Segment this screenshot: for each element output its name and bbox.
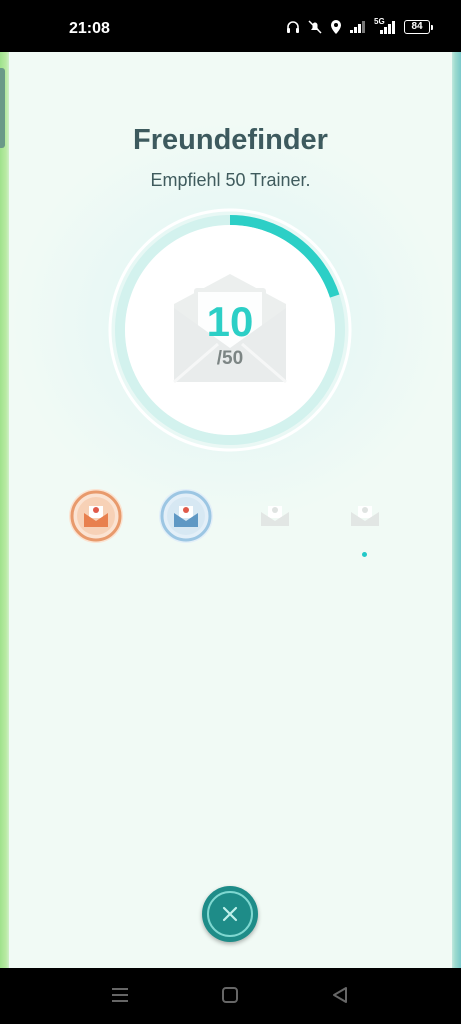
mute-icon — [308, 20, 322, 34]
location-icon — [331, 20, 341, 34]
medal-silver[interactable] — [158, 488, 214, 544]
status-time: 21:08 — [69, 20, 110, 37]
medal-platinum[interactable] — [337, 488, 393, 544]
home-icon — [222, 987, 238, 1003]
back-button[interactable] — [331, 986, 349, 1009]
navigation-bar — [0, 968, 461, 1024]
close-icon — [222, 906, 238, 922]
signal-5g-icon: 5G — [374, 17, 396, 34]
close-button[interactable] — [202, 886, 258, 942]
battery-level: 84 — [404, 20, 430, 34]
home-button[interactable] — [221, 986, 239, 1009]
status-icons: 5G 84 — [286, 17, 433, 34]
progress-goal: /50 — [216, 348, 244, 369]
selected-tier-indicator — [362, 552, 367, 557]
medal-subtitle: Empfiehl 50 Trainer. — [150, 170, 311, 190]
medal-title: Freundefinder — [133, 124, 328, 156]
headphones-icon — [287, 21, 299, 33]
recent-apps-icon — [112, 988, 128, 1002]
progress-ring: 10 /50 — [108, 208, 352, 452]
progress-count: 10 — [206, 298, 254, 345]
medal-gold[interactable] — [247, 488, 303, 544]
signal-icon — [350, 21, 365, 33]
medal-bronze[interactable] — [68, 488, 124, 544]
status-bar: 21:08 5G 84 — [0, 0, 461, 52]
battery-icon: 84 — [404, 20, 433, 34]
recent-apps-button[interactable] — [110, 986, 130, 1009]
medal-tiers — [0, 488, 461, 548]
medal-detail-screen: Freundefinder Empfiehl 50 Trainer. 10 /5… — [0, 52, 461, 968]
back-icon — [333, 987, 347, 1003]
